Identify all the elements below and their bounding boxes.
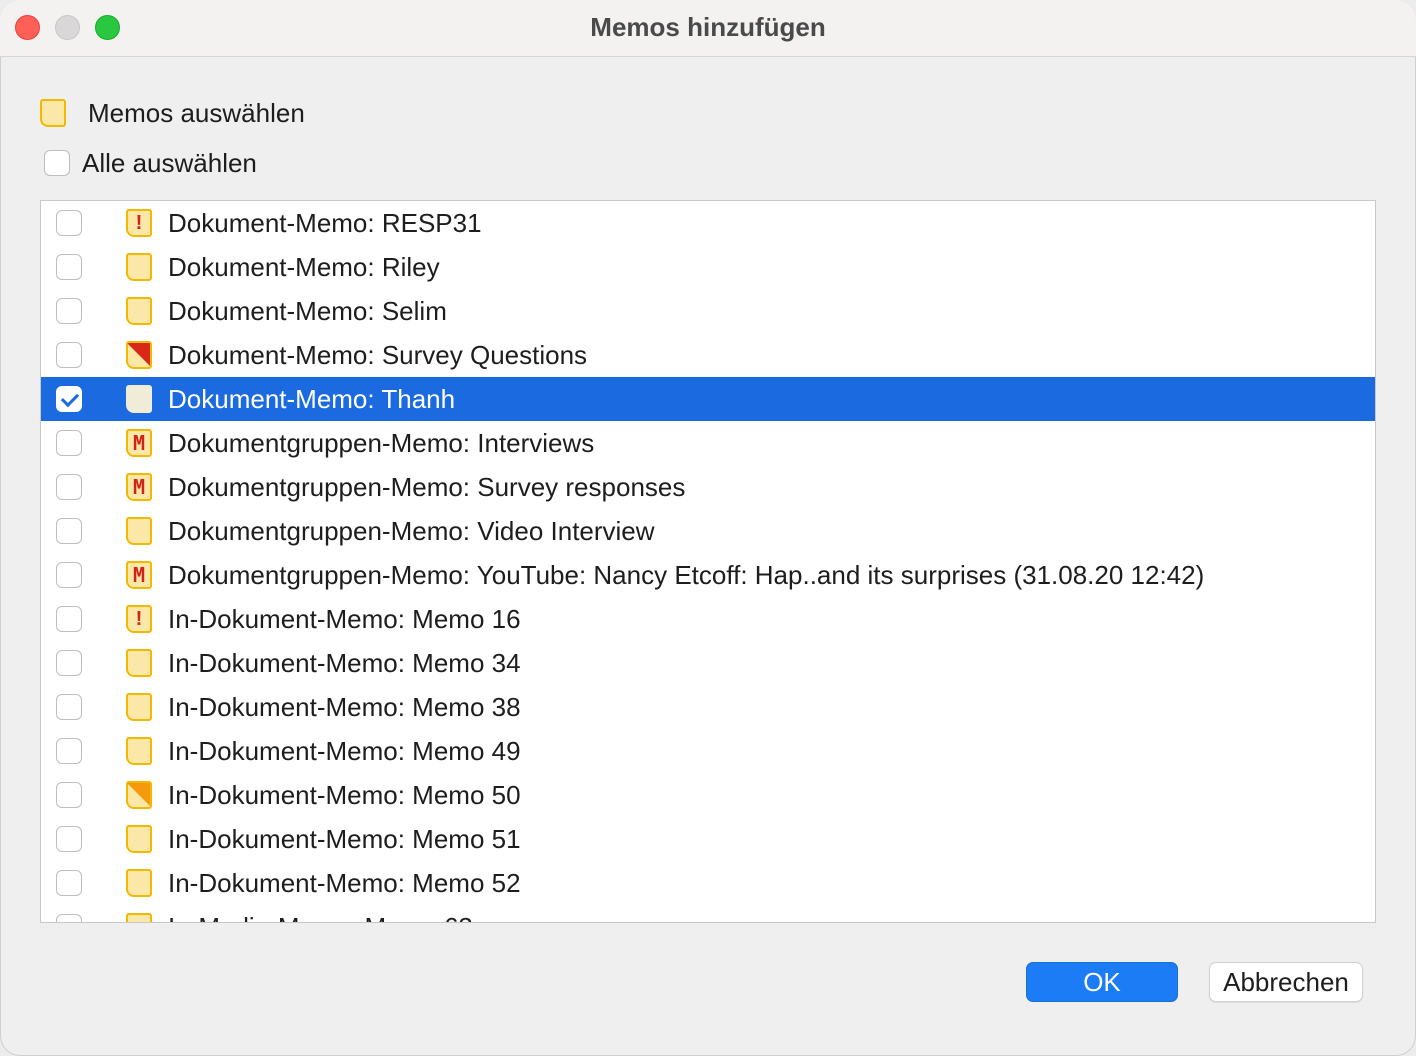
memo-checkbox[interactable] xyxy=(56,650,82,676)
memo-exclamation-icon: ! xyxy=(126,209,152,237)
memo-checkbox[interactable] xyxy=(56,826,82,852)
memo-list-row[interactable]: Dokument-Memo: Survey Questions xyxy=(41,333,1375,377)
memo-checkbox[interactable] xyxy=(56,474,82,500)
memo-list-row[interactable]: M Dokumentgruppen-Memo: YouTube: Nancy Et… xyxy=(41,553,1375,597)
memo-label: In-Dokument-Memo: Memo 52 xyxy=(168,867,521,898)
ok-button[interactable]: OK xyxy=(1026,962,1178,1002)
memo-list[interactable]: ! Dokument-Memo: RESP31 Dokument-Memo: Ril… xyxy=(40,200,1376,923)
memo-list-row[interactable]: In-Dokument-Memo: Memo 52 xyxy=(41,861,1375,905)
memo-list-row[interactable]: Dokument-Memo: Riley xyxy=(41,245,1375,289)
memo-list-row[interactable]: ! Dokument-Memo: RESP31 xyxy=(41,201,1375,245)
memo-label: Dokumentgruppen-Memo: YouTube: Nancy Etc… xyxy=(168,559,1205,590)
memo-checkbox[interactable] xyxy=(56,254,82,280)
button-bar: OK Abbrechen xyxy=(0,940,1416,1040)
memo-label: In-Dokument-Memo: Memo 49 xyxy=(168,735,521,766)
dialog-window: Memos hinzufügen Memos auswählen Alle au… xyxy=(0,0,1416,1056)
memo-list-row[interactable]: M Dokumentgruppen-Memo: Interviews xyxy=(41,421,1375,465)
select-all-control[interactable]: Alle auswählen xyxy=(44,146,257,180)
memo-icon xyxy=(126,517,152,545)
memo-list-row[interactable]: Dokument-Memo: Selim xyxy=(41,289,1375,333)
memo-checkbox[interactable] xyxy=(56,782,82,808)
memo-label: In-Dokument-Memo: Memo 38 xyxy=(168,691,521,722)
section-header: Memos auswählen xyxy=(40,96,305,130)
memo-list-row[interactable]: In-Dokument-Memo: Memo 50 xyxy=(41,773,1375,817)
memo-icon xyxy=(126,693,152,721)
title-bar: Memos hinzufügen xyxy=(0,0,1416,57)
memo-label: Dokument-Memo: RESP31 xyxy=(168,207,482,238)
memo-checkbox[interactable] xyxy=(56,694,82,720)
memo-list-row[interactable]: In-Dokument-Memo: Memo 34 xyxy=(41,641,1375,685)
memo-label: In-Dokument-Memo: Memo 34 xyxy=(168,647,521,678)
memo-checkbox[interactable] xyxy=(56,210,82,236)
memo-list-row[interactable]: In-Media-Memo: Memo 63 xyxy=(41,905,1375,923)
memo-checkbox[interactable] xyxy=(56,430,82,456)
memo-checkbox[interactable] xyxy=(56,738,82,764)
memo-checkbox[interactable] xyxy=(56,298,82,324)
memo-list-row[interactable]: In-Dokument-Memo: Memo 51 xyxy=(41,817,1375,861)
memo-icon xyxy=(126,913,152,922)
memo-orange-corner-icon xyxy=(126,781,152,809)
memo-label: Dokumentgruppen-Memo: Survey responses xyxy=(168,471,686,502)
memo-label: Dokumentgruppen-Memo: Interviews xyxy=(168,427,595,458)
memo-checkbox[interactable] xyxy=(56,870,82,896)
memo-label: Dokument-Memo: Selim xyxy=(168,295,447,326)
memo-checkbox[interactable] xyxy=(56,562,82,588)
select-all-checkbox[interactable] xyxy=(44,150,70,176)
memo-list-row[interactable]: Dokument-Memo: Thanh xyxy=(41,377,1375,421)
memo-red-corner-icon xyxy=(126,341,152,369)
select-all-label: Alle auswählen xyxy=(82,147,257,178)
memo-list-row[interactable]: Dokumentgruppen-Memo: Video Interview xyxy=(41,509,1375,553)
memo-checkbox[interactable] xyxy=(56,606,82,632)
memo-label: Dokument-Memo: Survey Questions xyxy=(168,339,588,370)
memo-icon xyxy=(126,825,152,853)
memo-checkbox[interactable] xyxy=(56,518,82,544)
memo-icon xyxy=(126,253,152,281)
memo-checkbox[interactable] xyxy=(56,342,82,368)
cancel-button[interactable]: Abbrechen xyxy=(1209,962,1363,1002)
memo-icon xyxy=(40,99,66,127)
memo-checkbox[interactable] xyxy=(56,386,82,412)
memo-label: Dokument-Memo: Thanh xyxy=(168,383,456,414)
section-label: Memos auswählen xyxy=(88,97,305,128)
memo-m-icon: M xyxy=(126,473,152,501)
memo-m-icon: M xyxy=(126,429,152,457)
memo-label: Dokumentgruppen-Memo: Video Interview xyxy=(168,515,655,546)
memo-label: In-Dokument-Memo: Memo 51 xyxy=(168,823,521,854)
memo-list-row[interactable]: ! In-Dokument-Memo: Memo 16 xyxy=(41,597,1375,641)
memo-icon xyxy=(126,869,152,897)
memo-icon xyxy=(126,297,152,325)
memo-list-row[interactable]: M Dokumentgruppen-Memo: Survey responses xyxy=(41,465,1375,509)
memo-label: In-Dokument-Memo: Memo 16 xyxy=(168,603,521,634)
memo-list-row[interactable]: In-Dokument-Memo: Memo 38 xyxy=(41,685,1375,729)
memo-exclamation-icon: ! xyxy=(126,605,152,633)
window-title: Memos hinzufügen xyxy=(590,12,826,42)
memo-label: Dokument-Memo: Riley xyxy=(168,251,440,282)
memo-m-icon: M xyxy=(126,561,152,589)
memo-label: In-Media-Memo: Memo 63 xyxy=(168,912,473,923)
memo-list-row[interactable]: In-Dokument-Memo: Memo 49 xyxy=(41,729,1375,773)
memo-checkbox[interactable] xyxy=(56,914,82,922)
memo-label: In-Dokument-Memo: Memo 50 xyxy=(168,779,521,810)
memo-icon xyxy=(126,385,152,413)
memo-icon xyxy=(126,737,152,765)
memo-icon xyxy=(126,649,152,677)
